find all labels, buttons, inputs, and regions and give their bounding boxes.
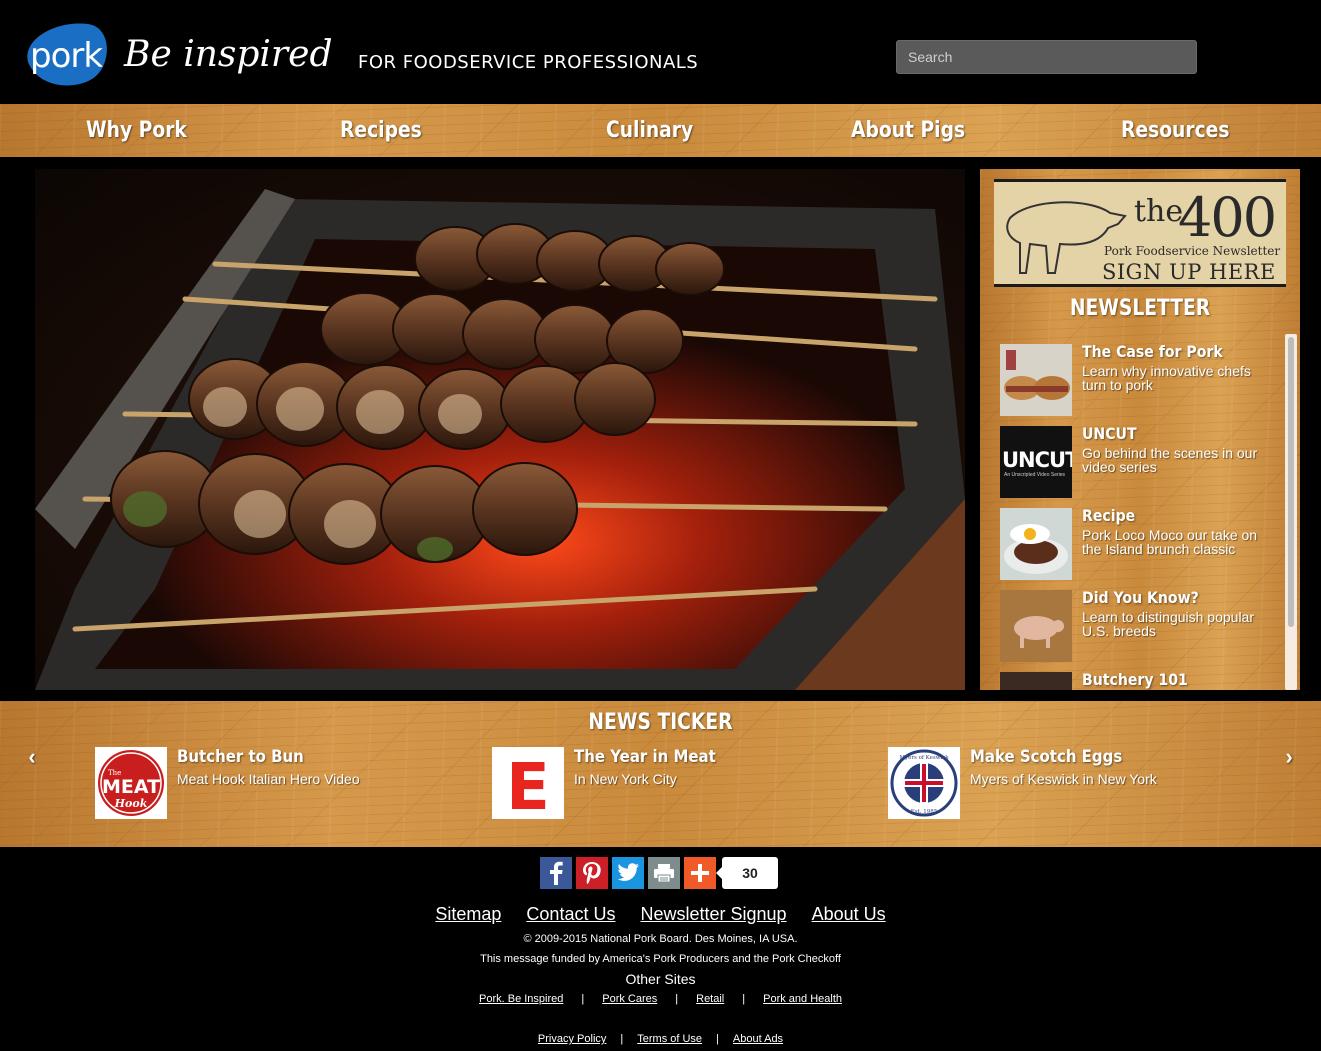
site-link-pork-cares[interactable]: Pork Cares [602, 993, 657, 1005]
eater-logo: E [492, 747, 564, 819]
newsletter-sidebar: the 400 Pork Foodservice Newsletter SIGN… [980, 169, 1300, 690]
nav-recipes[interactable]: Recipes [340, 104, 422, 157]
feed-item-desc: Go behind the scenes in our video series [1082, 445, 1258, 475]
ad-subtitle: Pork Foodservice Newsletter [1104, 244, 1281, 258]
svg-text:Myers of Keswick: Myers of Keswick [899, 755, 949, 761]
sandwich-thumbnail [1000, 344, 1072, 416]
meat-hook-logo: The MEAT Hook [95, 747, 167, 819]
svg-text:Hook: Hook [114, 797, 148, 810]
nav-about-pigs[interactable]: About Pigs [851, 104, 965, 157]
feed-item-case-for-pork[interactable]: The Case for Pork Learn why innovative c… [1000, 342, 1270, 416]
other-sites-links: Pork. Be Inspired | Pork Cares | Retail | Pork… [0, 993, 1321, 1005]
feed-item-desc: Learn to distinguish popular U.S. breeds [1082, 609, 1255, 639]
butchery-thumbnail [1000, 672, 1072, 690]
share-count-badge: 30 [716, 857, 778, 889]
feed-item-recipe[interactable]: Recipe Pork Loco Moco our take on the Is… [1000, 506, 1270, 580]
ticker-item-title: Butcher to Bun [177, 747, 304, 767]
svg-text:E: E [506, 751, 550, 819]
news-ticker: NEWS TICKER ‹ › The MEAT Hook Butcher to… [0, 701, 1321, 847]
facebook-icon[interactable] [540, 857, 572, 889]
other-sites-label: Other Sites [625, 971, 696, 987]
site-header: pork Be inspired FOR FOODSERVICE PROFESS… [0, 0, 1321, 104]
subtagline: FOR FOODSERVICE PROFESSIONALS [358, 52, 699, 73]
copyright-text: © 2009-2015 National Pork Board. Des Moi… [523, 933, 798, 945]
uncut-thumb-text: UNCUT [1002, 448, 1072, 472]
ad-the-text: the [1134, 194, 1184, 229]
ticker-item-subtitle: In New York City [574, 771, 677, 787]
loco-moco-thumbnail [1000, 508, 1072, 580]
site-link-retail[interactable]: Retail [696, 993, 724, 1005]
link-separator: | [742, 993, 746, 1005]
ticker-item-title: Make Scotch Eggs [970, 747, 1123, 767]
feed-item-butchery-101[interactable]: Butchery 101 [1000, 670, 1270, 690]
svg-text:MEAT: MEAT [102, 776, 160, 798]
ticker-item-butcher-to-bun[interactable]: The MEAT Hook Butcher to Bun Meat Hook I… [95, 747, 455, 819]
ad-400-text: 400 [1178, 186, 1277, 249]
feed-item-title: UNCUT [1082, 424, 1137, 443]
ticker-item-title: The Year in Meat [574, 747, 716, 767]
grilled-skewers-image [35, 189, 965, 690]
plus-icon[interactable] [684, 857, 716, 889]
ticker-item-subtitle: Myers of Keswick in New York [970, 771, 1157, 787]
feed-item-title: Recipe [1082, 506, 1136, 525]
feed-item-title: Butchery 101 [1082, 670, 1188, 689]
search-input[interactable] [896, 40, 1197, 74]
nav-why-pork[interactable]: Why Pork [86, 104, 187, 157]
feed-item-title: Did You Know? [1082, 588, 1199, 607]
pinterest-icon[interactable] [576, 857, 608, 889]
legal-links: Privacy Policy | Terms of Use | About Ads [0, 1033, 1321, 1045]
ticker-next-arrow-icon[interactable]: › [1277, 745, 1301, 769]
footer-nav: Sitemap Contact Us Newsletter Signup Abo… [0, 904, 1321, 925]
link-separator: | [620, 1033, 624, 1045]
hero-image[interactable] [35, 169, 965, 690]
footer-link-contact-us[interactable]: Contact Us [526, 904, 615, 924]
site-link-pork-be-inspired[interactable]: Pork. Be Inspired [479, 993, 563, 1005]
the-400-signup-ad[interactable]: the 400 Pork Foodservice Newsletter SIGN… [994, 179, 1286, 287]
ticker-item-subtitle: Meat Hook Italian Hero Video [177, 771, 360, 787]
twitter-icon[interactable] [612, 857, 644, 889]
legal-link-privacy-policy[interactable]: Privacy Policy [538, 1033, 606, 1045]
site-link-pork-and-health[interactable]: Pork and Health [763, 993, 842, 1005]
uncut-thumbnail: UNCUT An Unscripted Video Series [1000, 426, 1072, 498]
link-separator: | [716, 1033, 719, 1045]
feed-scrollbar-thumb[interactable] [1288, 337, 1294, 627]
feed-item-desc: Pork Loco Moco our take on the Island br… [1082, 527, 1258, 557]
link-separator: | [675, 993, 679, 1005]
ad-signup-cta: SIGN UP HERE [1102, 260, 1276, 284]
legal-link-terms-of-use[interactable]: Terms of Use [637, 1033, 702, 1045]
ticker-item-year-in-meat[interactable]: E The Year in Meat In New York City [492, 747, 852, 819]
funded-by-text: This message funded by America's Pork Pr… [480, 953, 841, 965]
footer-link-newsletter-signup[interactable]: Newsletter Signup [640, 904, 786, 924]
link-separator: | [581, 993, 585, 1005]
svg-text:Est. 1985: Est. 1985 [911, 809, 938, 815]
uncut-thumb-sub: An Unscripted Video Series [1004, 472, 1066, 478]
main-nav: Why Pork Recipes Culinary About Pigs Res… [0, 104, 1321, 157]
print-icon[interactable] [648, 857, 680, 889]
footer-link-sitemap[interactable]: Sitemap [435, 904, 501, 924]
logo-text: pork [30, 36, 103, 76]
footer-link-about-us[interactable]: About Us [812, 904, 886, 924]
ticker-item-scotch-eggs[interactable]: Myers of Keswick Est. 1985 Make Scotch E… [888, 747, 1248, 819]
pig-thumbnail [1000, 590, 1072, 662]
news-ticker-heading: NEWS TICKER [588, 710, 733, 735]
legal-link-about-ads[interactable]: About Ads [733, 1033, 783, 1045]
feed-item-title: The Case for Pork [1082, 342, 1223, 361]
tagline: Be inspired [124, 34, 333, 75]
ticker-prev-arrow-icon[interactable]: ‹ [20, 745, 44, 769]
feed-item-did-you-know[interactable]: Did You Know? Learn to distinguish popul… [1000, 588, 1270, 662]
newsletter-heading: NEWSLETTER [1069, 296, 1211, 321]
nav-culinary[interactable]: Culinary [606, 104, 693, 157]
feed-item-desc: Learn why innovative chefs turn to pork [1082, 363, 1251, 393]
nav-resources[interactable]: Resources [1121, 104, 1229, 157]
myers-of-keswick-logo: Myers of Keswick Est. 1985 [888, 747, 960, 819]
newsletter-feed: The Case for Pork Learn why innovative c… [1000, 342, 1270, 690]
feed-item-uncut[interactable]: UNCUT An Unscripted Video Series UNCUT G… [1000, 424, 1270, 498]
